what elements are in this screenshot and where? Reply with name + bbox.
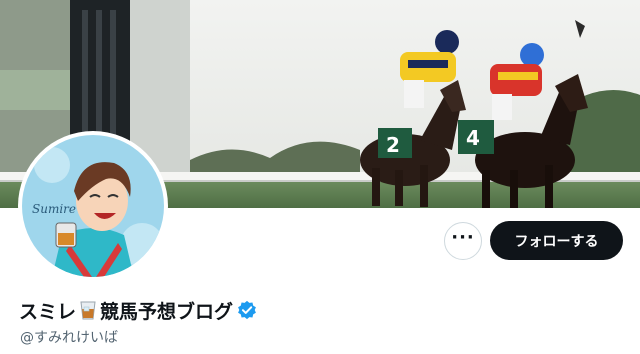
avatar-illustration: Sumire	[22, 135, 164, 277]
more-horizontal-icon: ···	[451, 227, 475, 248]
verified-badge-icon[interactable]	[237, 300, 257, 320]
profile-name-row: スミレ 競馬予想ブログ	[19, 297, 257, 323]
display-name-part2: 競馬予想ブログ	[100, 300, 234, 323]
whisky-glass-icon	[80, 301, 96, 320]
display-name-part1: スミレ	[19, 300, 77, 323]
avatar-signature: Sumire	[32, 202, 76, 216]
saddle-number: 2	[386, 133, 400, 157]
username-handle: @すみれけいば	[20, 330, 118, 346]
avatar[interactable]: Sumire	[18, 131, 168, 281]
more-options-button[interactable]: ···	[444, 222, 482, 260]
follow-button[interactable]: フォローする	[490, 221, 623, 260]
saddle-number: 4	[466, 126, 480, 150]
